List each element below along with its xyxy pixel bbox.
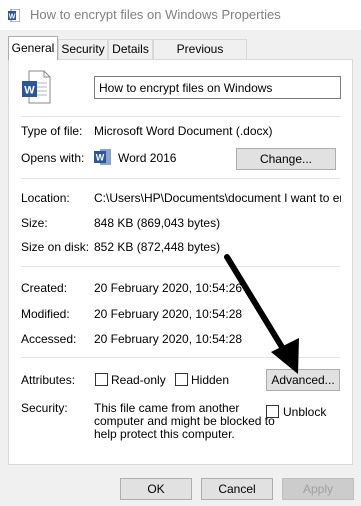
tab-previous-versions[interactable]: Previous Versions [153, 39, 247, 74]
type-of-file-value: Microsoft Word Document (.docx) [94, 124, 273, 138]
size-on-disk-value: 852 KB (872,448 bytes) [94, 240, 221, 254]
title-bar[interactable]: W How to encrypt files on Windows Proper… [0, 0, 361, 30]
security-label: Security: [21, 401, 68, 415]
modified-label: Modified: [21, 307, 70, 321]
tab-security[interactable]: Security [58, 39, 108, 59]
accessed-label: Accessed: [21, 332, 77, 346]
window-title: How to encrypt files on Windows Properti… [30, 7, 281, 22]
size-label: Size: [21, 216, 48, 230]
ok-button[interactable]: OK [120, 478, 192, 500]
size-value: 848 KB (869,043 bytes) [94, 216, 221, 230]
readonly-checkbox[interactable] [95, 373, 108, 386]
svg-text:W: W [96, 153, 105, 163]
hidden-checkbox[interactable] [175, 373, 188, 386]
security-line-3: help protect this computer. [94, 427, 235, 441]
security-line-2: computer and might be blocked to [94, 414, 275, 428]
svg-text:W: W [24, 85, 35, 97]
annotation-arrow [224, 254, 299, 374]
size-on-disk-label: Size on disk: [21, 240, 90, 254]
security-line-1: This file came from another [94, 401, 240, 415]
word-document-large-icon: W [22, 70, 51, 104]
type-of-file-label: Type of file: [21, 124, 83, 138]
word-app-icon: W [94, 149, 111, 165]
created-label: Created: [21, 281, 68, 295]
unblock-checkbox[interactable] [266, 405, 279, 418]
readonly-label[interactable]: Read-only [111, 373, 166, 387]
word-document-icon: W [8, 9, 20, 22]
tab-general[interactable]: General [8, 36, 58, 60]
attributes-label: Attributes: [21, 373, 76, 387]
location-label: Location: [21, 191, 70, 205]
cancel-button[interactable]: Cancel [201, 478, 273, 500]
change-button[interactable]: Change... [236, 148, 336, 170]
apply-button[interactable]: Apply [282, 478, 354, 500]
separator [21, 116, 340, 117]
unblock-label[interactable]: Unblock [283, 405, 326, 419]
opens-with-value: Word 2016 [118, 151, 177, 165]
svg-text:W: W [9, 14, 16, 21]
file-name-input[interactable] [94, 76, 341, 99]
tab-details[interactable]: Details [108, 39, 153, 59]
location-value: C:\Users\HP\Documents\document I want to… [94, 191, 341, 205]
opens-with-label: Opens with: [21, 151, 85, 165]
separator [21, 178, 340, 179]
